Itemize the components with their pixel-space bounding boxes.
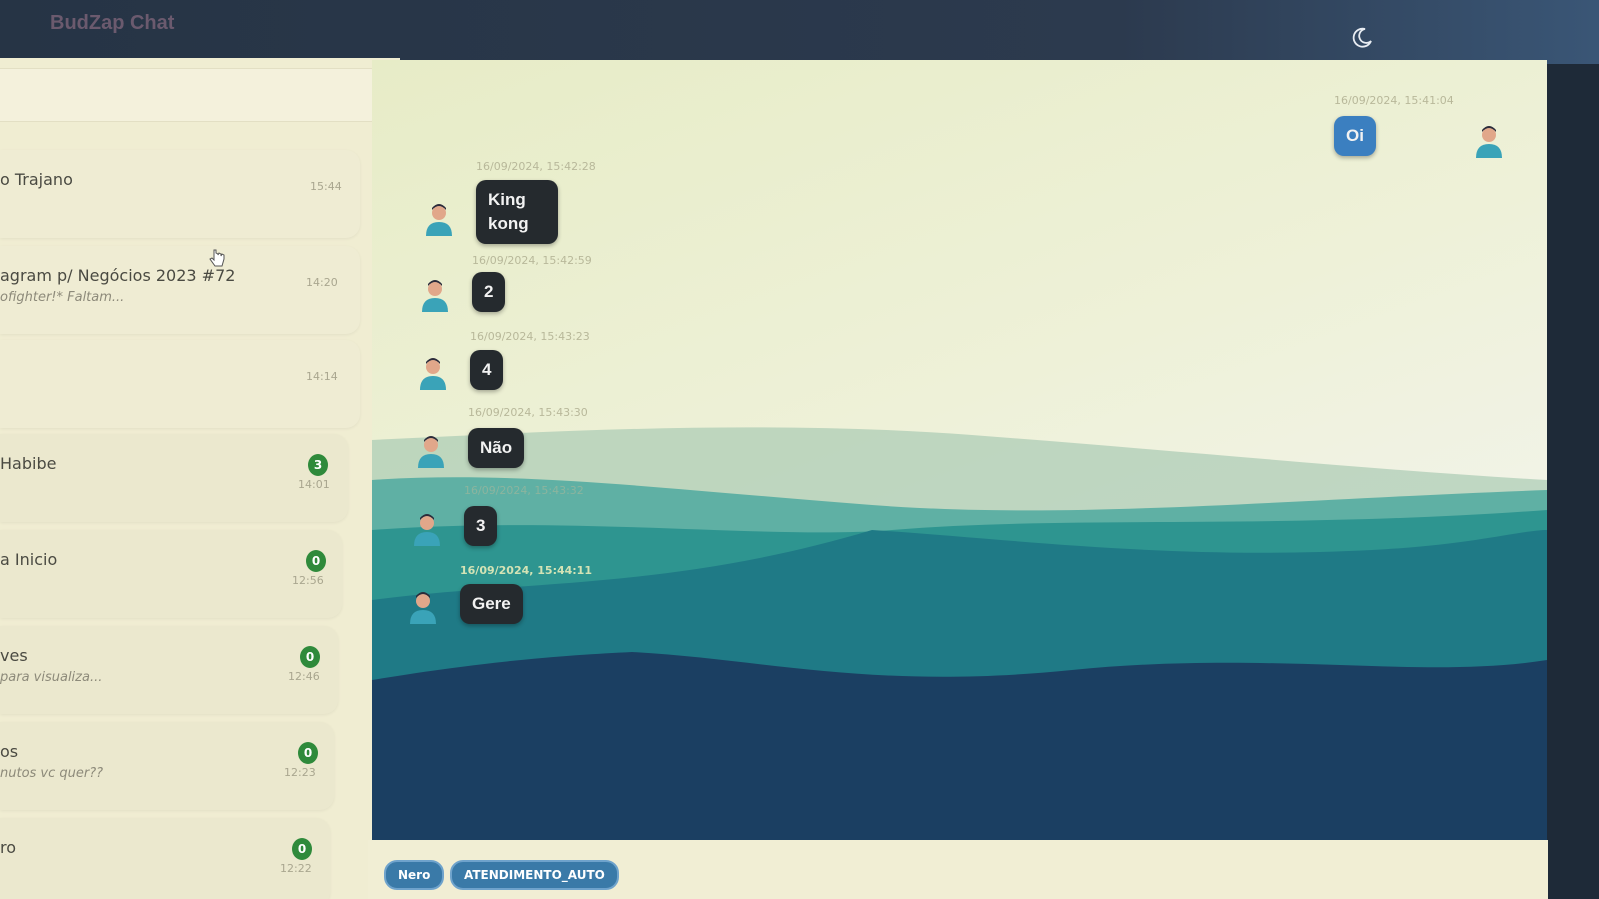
message-timestamp: 16/09/2024, 15:43:32 [464,484,584,497]
chat-list-item[interactable]: ves para visualiza... 0 12:46 [0,626,338,714]
message-timestamp: 16/09/2024, 15:43:30 [468,406,588,419]
chat-name: a Inicio [0,550,58,569]
chat-time: 14:14 [306,370,338,383]
search-input[interactable] [0,68,379,122]
chat-time: 14:01 [298,478,330,491]
message-timestamp: 16/09/2024, 15:42:59 [472,254,592,267]
chat-time: 12:46 [288,670,320,683]
avatar-icon [414,514,440,546]
chat-preview: ofighter!* Faltam... [0,290,125,305]
chat-list-item[interactable]: os nutos vc quer?? 0 12:23 [0,722,334,810]
chat-time: 12:22 [280,862,312,875]
chat-list-item[interactable]: o Trajano 15:44 [0,150,360,238]
message-bubble-in[interactable]: Gere [460,584,523,624]
tag-chip-nero[interactable]: Nero [384,860,445,890]
chat-list-item[interactable]: 14:14 [0,340,360,428]
avatar-icon [1476,126,1502,158]
avatar-icon [420,358,446,390]
moon-icon[interactable] [1350,26,1374,50]
chat-name: ro [0,838,17,857]
avatar-icon [422,280,448,312]
avatar-icon [426,204,452,236]
chat-time: 15:44 [310,180,342,193]
message-timestamp: 16/09/2024, 15:41:04 [1334,94,1454,107]
chat-list-item[interactable]: ro 0 12:22 [0,818,330,899]
chat-list-item[interactable]: Habibe 3 14:01 [0,434,348,522]
chat-time: 14:20 [306,276,338,289]
unread-badge: 0 [300,646,320,668]
chat-list-sidebar: o Trajano 15:44 agram p/ Negócios 2023 #… [0,58,400,899]
top-bar: BudZap Chat [0,0,1599,64]
chat-time: 12:56 [292,574,324,587]
mountain-background [372,427,1547,850]
chat-name: Habibe [0,454,57,473]
app-title: BudZap Chat [50,12,175,34]
message-bubble-in[interactable]: Não [468,428,525,468]
message-bubble-in[interactable]: 3 [464,506,498,546]
chat-list-item[interactable]: a Inicio 0 12:56 [0,530,342,618]
unread-badge: 0 [292,838,312,860]
message-bubble-in[interactable]: 2 [472,272,506,312]
message-timestamp: 16/09/2024, 15:44:11 [460,564,592,577]
message-bubble-out[interactable]: Oi [1334,116,1376,156]
chat-name: o Trajano [0,170,73,189]
chat-name: os [0,742,19,761]
conversation-footer: Nero ATENDIMENTO_AUTO [368,840,1548,899]
message-bubble-in[interactable]: King kong [476,180,558,244]
chat-preview: para visualiza... [0,670,103,685]
unread-badge: 3 [308,454,328,476]
hand-cursor-icon [209,249,225,267]
avatar-icon [410,592,436,624]
chat-time: 12:23 [284,766,316,779]
chat-name: agram p/ Negócios 2023 #72 [0,266,236,285]
chat-preview: nutos vc quer?? [0,766,104,781]
chat-name: ves [0,646,28,665]
message-timestamp: 16/09/2024, 15:43:23 [470,330,590,343]
avatar-icon [418,436,444,468]
conversation-panel: 16/09/2024, 15:41:04 Oi 16/09/2024, 15:4… [372,60,1547,850]
message-timestamp: 16/09/2024, 15:42:28 [476,160,596,173]
message-bubble-in[interactable]: 4 [470,350,504,390]
chat-list-item[interactable]: agram p/ Negócios 2023 #72 ofighter!* Fa… [0,246,360,334]
unread-badge: 0 [306,550,326,572]
unread-badge: 0 [298,742,318,764]
tag-chip-atendimento-auto[interactable]: ATENDIMENTO_AUTO [450,860,619,890]
